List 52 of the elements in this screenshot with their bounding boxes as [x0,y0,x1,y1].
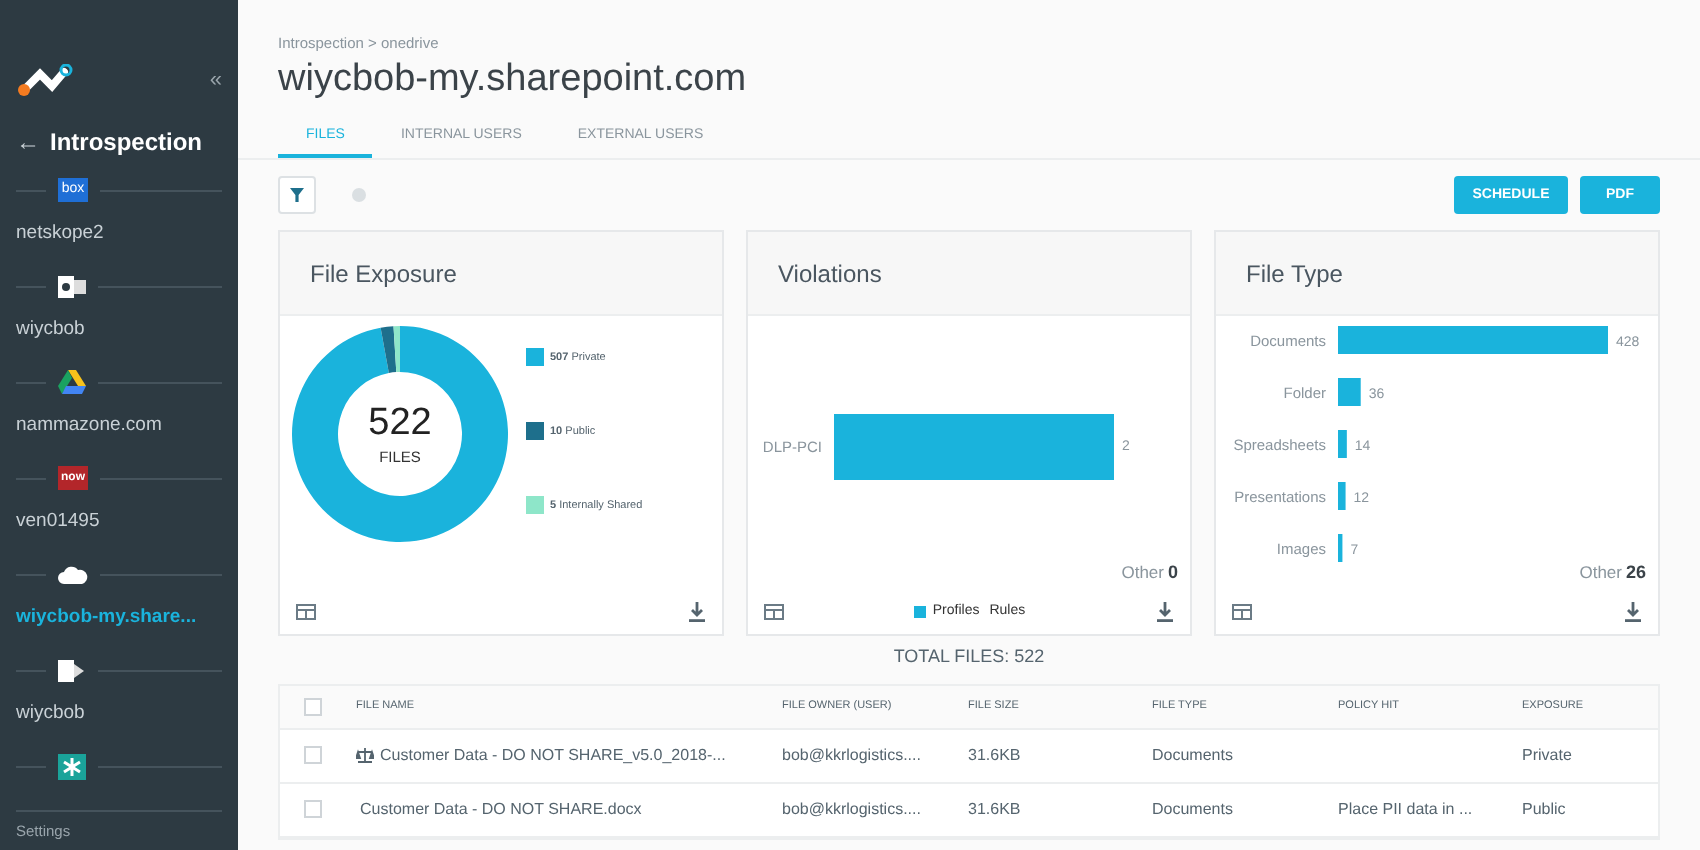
card-title: File Exposure [310,257,457,292]
sidebar-title: Introspection [50,126,203,160]
sidebar-item[interactable]: ven01495 [0,500,238,552]
page-title: wiycbob-my.sharepoint.com [278,56,749,105]
download-icon[interactable] [1624,602,1642,623]
bar [1338,430,1347,459]
bar [1338,534,1343,563]
other-count: 26 [1625,559,1646,586]
table-cell: Customer Data - DO NOT SHARE.docx [360,797,642,822]
card-title: File Type [1246,257,1343,292]
table-cell: Documents [1152,743,1233,768]
row-checkbox[interactable] [304,800,322,819]
table-cell: 31.6KB [968,797,1021,822]
total-count: 522 [368,401,432,446]
logo-icon [16,64,76,96]
bar [1338,378,1361,407]
filter-button[interactable] [278,176,316,215]
sidebar-item[interactable]: wiycbob-my.share... [0,596,238,648]
back-arrow-icon[interactable]: ← [16,124,40,160]
total-files: TOTAL FILES: 522 [893,644,1045,671]
other-count: 0 [1167,559,1178,586]
table-view-icon[interactable] [296,604,316,621]
download-icon[interactable] [688,602,706,623]
sidebar-item[interactable]: nammazone.com [0,404,238,456]
table-cell: Place PII data in ... [1338,797,1473,822]
table-cell: bob@kkrlogistics.... [782,743,921,768]
select-all-checkbox[interactable] [304,697,322,716]
collapse-icon[interactable]: « [209,63,222,97]
card-title: Violations [778,257,882,292]
table-view-icon[interactable] [1232,604,1252,621]
cloud-icon [58,565,88,583]
sidebar-item[interactable]: netskope2 [0,212,238,264]
triangle-logo-icon [58,370,86,394]
table-cell: Private [1522,743,1572,768]
table-cell: bob@kkrlogistics.... [782,797,921,822]
table-view-icon[interactable] [764,604,784,621]
table-cell: 31.6KB [968,743,1021,768]
table-cell: Public [1522,797,1566,822]
sidebar-item[interactable]: wiycbob [0,692,238,744]
row-checkbox[interactable] [304,746,322,765]
sidebar-item[interactable]: wiycbob [0,308,238,360]
scale-icon [356,747,374,764]
document-app-icon [58,657,86,683]
table-cell: Customer Data - DO NOT SHARE_v5.0_2018-... [380,743,726,768]
other-label: Other [1121,559,1164,585]
asterisk-logo-icon [58,753,86,779]
bar [1338,482,1346,511]
other-label: Other [1579,559,1622,585]
download-icon[interactable] [1156,602,1174,623]
table-cell: Documents [1152,797,1233,822]
filter-icon [290,188,304,203]
mail-app-icon [58,273,86,299]
